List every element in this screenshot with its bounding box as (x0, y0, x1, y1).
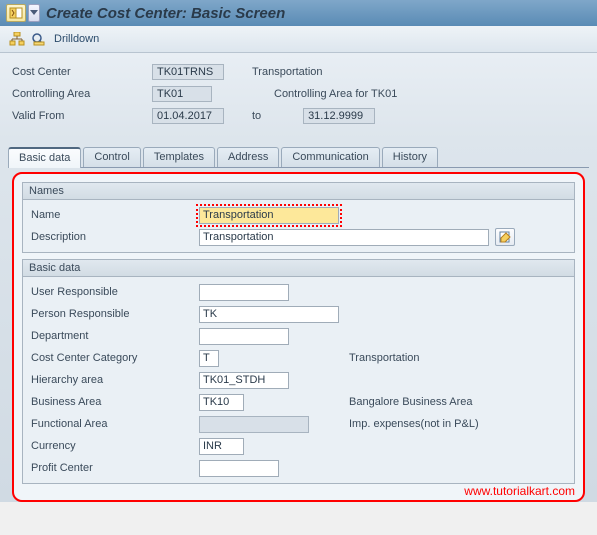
to-label: to (252, 110, 300, 122)
business-area-field[interactable] (199, 394, 244, 411)
functional-area-field[interactable] (199, 416, 309, 433)
edit-description-button[interactable] (495, 228, 515, 246)
toolbar: Drilldown (0, 26, 597, 53)
person-responsible-label: Person Responsible (29, 308, 199, 320)
description-label: Description (29, 231, 199, 243)
cost-center-label: Cost Center (12, 66, 152, 78)
basic-data-group-header: Basic data (23, 260, 574, 277)
valid-from-label: Valid From (12, 110, 152, 122)
valid-from-value: 01.04.2017 (152, 108, 224, 124)
profit-center-field[interactable] (199, 460, 279, 477)
tab-address[interactable]: Address (217, 147, 279, 167)
tab-history[interactable]: History (382, 147, 438, 167)
menu-dropdown-icon[interactable] (28, 4, 40, 22)
drilldown-label[interactable]: Drilldown (54, 33, 99, 45)
cost-center-desc: Transportation (252, 66, 323, 78)
tab-control[interactable]: Control (83, 147, 140, 167)
tab-communication[interactable]: Communication (281, 147, 379, 167)
names-group-header: Names (23, 183, 574, 200)
header-section: Cost Center TK01TRNS Transportation Cont… (0, 53, 597, 139)
tabs-container: Basic data Control Templates Address Com… (0, 139, 597, 502)
menu-icon[interactable] (6, 4, 26, 22)
department-field[interactable] (199, 328, 289, 345)
hierarchy-area-label: Hierarchy area (29, 374, 199, 386)
currency-label: Currency (29, 440, 199, 452)
user-responsible-label: User Responsible (29, 286, 199, 298)
watermark: www.tutorialkart.com (464, 484, 575, 498)
title-bar: Create Cost Center: Basic Screen (0, 0, 597, 26)
functional-area-label: Functional Area (29, 418, 199, 430)
basic-data-group: Basic data User Responsible Person Respo… (22, 259, 575, 484)
controlling-area-label: Controlling Area (12, 88, 152, 100)
name-field[interactable] (199, 207, 339, 224)
tab-templates[interactable]: Templates (143, 147, 215, 167)
name-label: Name (29, 209, 199, 221)
description-field[interactable] (199, 229, 489, 246)
names-group: Names Name Description (22, 182, 575, 253)
content-area: Names Name Description Basic data (12, 172, 585, 502)
org-chart-icon[interactable] (8, 30, 26, 48)
controlling-area-desc: Controlling Area for TK01 (274, 88, 397, 100)
drilldown-icon[interactable] (30, 30, 48, 48)
hierarchy-area-field[interactable] (199, 372, 289, 389)
tab-bar: Basic data Control Templates Address Com… (8, 147, 589, 168)
profit-center-label: Profit Center (29, 462, 199, 474)
page-title: Create Cost Center: Basic Screen (46, 5, 285, 22)
user-responsible-field[interactable] (199, 284, 289, 301)
department-label: Department (29, 330, 199, 342)
tab-basic-data[interactable]: Basic data (8, 147, 81, 168)
cost-center-category-field[interactable] (199, 350, 219, 367)
business-area-label: Business Area (29, 396, 199, 408)
cost-center-value: TK01TRNS (152, 64, 224, 80)
functional-area-desc: Imp. expenses(not in P&L) (349, 418, 479, 430)
person-responsible-field[interactable] (199, 306, 339, 323)
currency-field[interactable] (199, 438, 244, 455)
cost-center-category-desc: Transportation (349, 352, 420, 364)
valid-to-value: 31.12.9999 (303, 108, 375, 124)
cost-center-category-label: Cost Center Category (29, 352, 199, 364)
controlling-area-value: TK01 (152, 86, 212, 102)
business-area-desc: Bangalore Business Area (349, 396, 473, 408)
